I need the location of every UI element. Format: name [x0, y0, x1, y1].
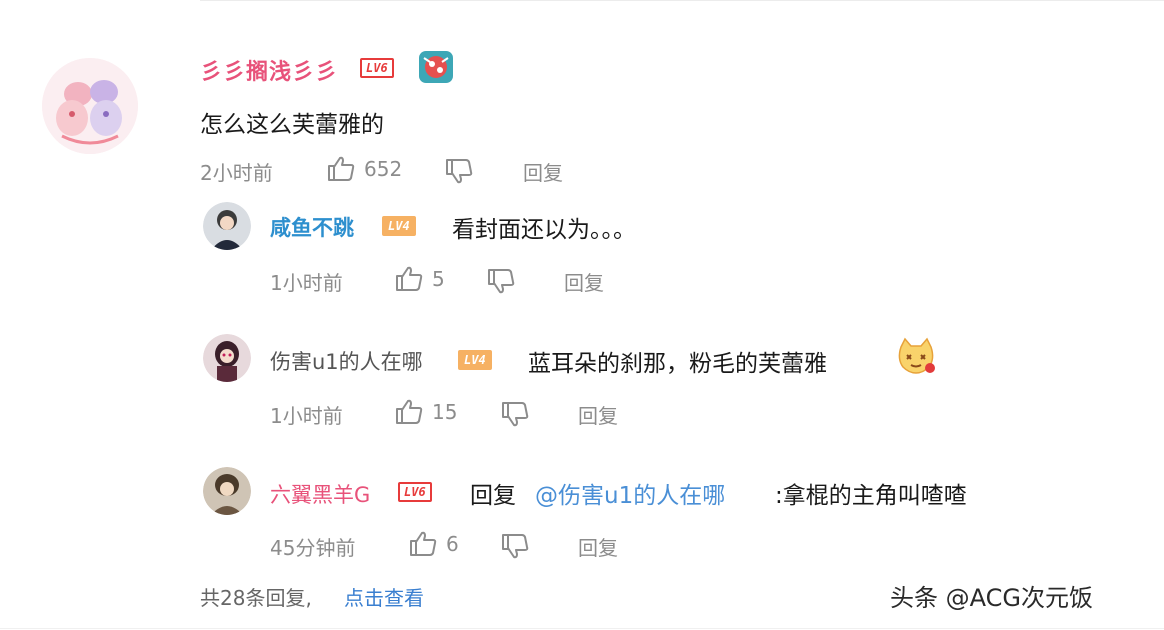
reply-prefix: 回复 — [470, 483, 516, 509]
username[interactable]: 六翼黑羊G — [270, 479, 370, 509]
thumbs-up-icon[interactable] — [394, 264, 424, 294]
avatar[interactable] — [203, 202, 251, 250]
username[interactable]: 彡彡搁浅彡彡 — [200, 54, 338, 86]
thumbs-down-icon[interactable] — [500, 531, 530, 561]
username[interactable]: 伤害u1的人在哪 — [270, 346, 423, 376]
timestamp: 1小时前 — [270, 271, 343, 295]
thumbs-down-icon[interactable] — [444, 156, 474, 186]
reply-button[interactable]: 回复 — [564, 267, 604, 296]
reply-count: 共28条回复, — [200, 586, 312, 610]
cat-emoji-icon — [895, 337, 937, 375]
comment-text: :拿棍的主角叫喳喳 — [775, 483, 967, 509]
comment-text: 蓝耳朵的刹那，粉毛的芙蕾雅 — [528, 351, 827, 377]
thumbs-down-icon[interactable] — [500, 399, 530, 429]
watermark: 头条 @ACG次元饭 — [890, 584, 1093, 612]
avatar[interactable] — [42, 58, 138, 154]
like-count: 652 — [364, 157, 403, 181]
avatar[interactable] — [203, 467, 251, 515]
timestamp: 45分钟前 — [270, 536, 356, 560]
badge-icon — [418, 50, 454, 84]
comment-text: 看封面还以为。。。 — [452, 217, 636, 243]
bottom-divider — [0, 628, 1164, 629]
mention-link[interactable]: @伤害u1的人在哪 — [535, 476, 725, 510]
like-count: 6 — [446, 532, 459, 556]
reply-button[interactable]: 回复 — [578, 532, 618, 561]
level-badge: LV6 — [398, 482, 432, 502]
thumbs-up-icon[interactable] — [394, 397, 424, 427]
view-replies-link[interactable]: 点击查看 — [344, 582, 424, 611]
timestamp: 2小时前 — [200, 161, 273, 185]
thumbs-down-icon[interactable] — [486, 266, 516, 296]
timestamp: 1小时前 — [270, 404, 343, 428]
level-badge: LV6 — [360, 58, 394, 78]
thumbs-up-icon[interactable] — [326, 154, 356, 184]
username[interactable]: 咸鱼不跳 — [270, 212, 354, 242]
top-divider — [200, 0, 1164, 1]
like-count: 15 — [432, 400, 458, 424]
level-badge: LV4 — [382, 216, 416, 236]
like-count: 5 — [432, 267, 445, 291]
comment-text: 怎么这么芙蕾雅的 — [200, 112, 384, 138]
thumbs-up-icon[interactable] — [408, 529, 438, 559]
reply-button[interactable]: 回复 — [578, 400, 618, 429]
level-badge: LV4 — [458, 350, 492, 370]
avatar[interactable] — [203, 334, 251, 382]
reply-button[interactable]: 回复 — [523, 157, 563, 186]
